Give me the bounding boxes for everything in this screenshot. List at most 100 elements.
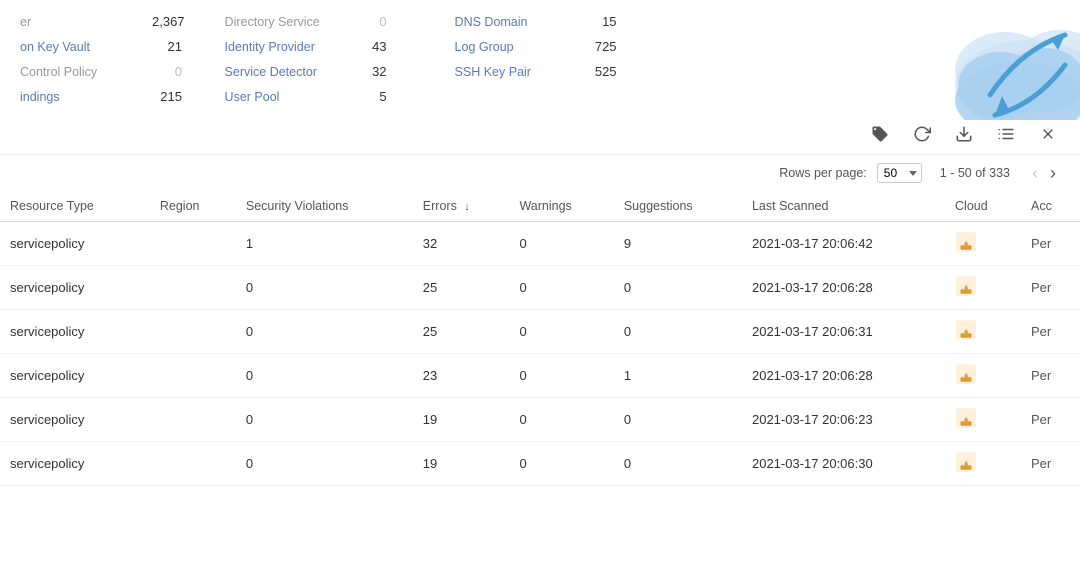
download-icon[interactable] (952, 122, 976, 146)
stats-grid: er 2,367 on Key Vault 21 Control Policy … (0, 10, 1060, 108)
stat-label: on Key Vault (20, 40, 140, 54)
cell-region (150, 354, 236, 398)
stat-label: User Pool (225, 90, 345, 104)
stats-col-1: er 2,367 on Key Vault 21 Control Policy … (10, 10, 215, 108)
stat-label: Identity Provider (225, 40, 345, 54)
cell-suggestions: 0 (614, 442, 742, 486)
cell-last-scanned: 2021-03-17 20:06:23 (742, 398, 945, 442)
cell-cloud: a (945, 354, 1021, 398)
cell-region (150, 222, 236, 266)
stat-row: SSH Key Pair 525 (445, 60, 675, 83)
stat-row: er 2,367 (10, 10, 215, 33)
cell-warnings: 0 (509, 442, 613, 486)
table-row[interactable]: servicepolicy 0 25 0 0 2021-03-17 20:06:… (0, 310, 1080, 354)
list-icon[interactable] (994, 122, 1018, 146)
next-page-button[interactable]: › (1046, 164, 1060, 182)
table-row[interactable]: servicepolicy 0 23 0 1 2021-03-17 20:06:… (0, 354, 1080, 398)
stat-value: 0 (357, 14, 387, 29)
cell-suggestions: 1 (614, 354, 742, 398)
table-header: Resource Type Region Security Violations… (0, 191, 1080, 222)
col-header-resource-type: Resource Type (0, 191, 150, 222)
cell-resource-type: servicepolicy (0, 310, 150, 354)
cell-last-scanned: 2021-03-17 20:06:28 (742, 266, 945, 310)
cell-errors: 25 (413, 310, 510, 354)
col-header-suggestions: Suggestions (614, 191, 742, 222)
cell-last-scanned: 2021-03-17 20:06:42 (742, 222, 945, 266)
col-header-errors[interactable]: Errors ↓ (413, 191, 510, 222)
cell-region (150, 442, 236, 486)
cell-warnings: 0 (509, 310, 613, 354)
table-row[interactable]: servicepolicy 0 19 0 0 2021-03-17 20:06:… (0, 398, 1080, 442)
cell-security-violations: 0 (236, 442, 413, 486)
stat-row: Log Group 725 (445, 35, 675, 58)
table-row[interactable]: servicepolicy 0 25 0 0 2021-03-17 20:06:… (0, 266, 1080, 310)
cell-suggestions: 0 (614, 266, 742, 310)
stat-row: DNS Domain 15 (445, 10, 675, 33)
cell-security-violations: 0 (236, 266, 413, 310)
stat-value: 525 (587, 64, 617, 79)
col-header-last-scanned: Last Scanned (742, 191, 945, 222)
table-body: servicepolicy 1 32 0 9 2021-03-17 20:06:… (0, 222, 1080, 486)
stat-value: 0 (152, 64, 182, 79)
rows-per-page-select[interactable]: 50 10 25 100 (877, 163, 922, 183)
cell-suggestions: 0 (614, 310, 742, 354)
cell-warnings: 0 (509, 222, 613, 266)
cell-security-violations: 0 (236, 310, 413, 354)
col-header-account: Acc (1021, 191, 1080, 222)
page-range: 1 - 50 of 333 (940, 166, 1010, 180)
col-header-cloud: Cloud (945, 191, 1021, 222)
cell-errors: 25 (413, 266, 510, 310)
cell-region (150, 310, 236, 354)
data-table-container: Resource Type Region Security Violations… (0, 191, 1080, 486)
table-row[interactable]: servicepolicy 0 19 0 0 2021-03-17 20:06:… (0, 442, 1080, 486)
cell-region (150, 266, 236, 310)
stat-label: SSH Key Pair (455, 65, 575, 79)
stat-value: 15 (587, 14, 617, 29)
refresh-icon[interactable] (910, 122, 934, 146)
cell-security-violations: 1 (236, 222, 413, 266)
col-header-security-violations: Security Violations (236, 191, 413, 222)
stat-row: User Pool 5 (215, 85, 445, 108)
cell-errors: 32 (413, 222, 510, 266)
stat-label: DNS Domain (455, 15, 575, 29)
cell-account: Per (1021, 266, 1080, 310)
cell-cloud: a (945, 222, 1021, 266)
col-header-region: Region (150, 191, 236, 222)
stat-label: Control Policy (20, 65, 140, 79)
stats-col-2: Directory Service 0 Identity Provider 43… (215, 10, 445, 108)
table-row[interactable]: servicepolicy 1 32 0 9 2021-03-17 20:06:… (0, 222, 1080, 266)
stat-value: 43 (357, 39, 387, 54)
stats-col-3: DNS Domain 15 Log Group 725 SSH Key Pair… (445, 10, 675, 108)
stat-value: 2,367 (152, 14, 185, 29)
cell-errors: 19 (413, 442, 510, 486)
stats-section: er 2,367 on Key Vault 21 Control Policy … (0, 0, 1080, 114)
tag-icon[interactable] (868, 122, 892, 146)
cell-security-violations: 0 (236, 354, 413, 398)
stat-row: on Key Vault 21 (10, 35, 215, 58)
cell-last-scanned: 2021-03-17 20:06:31 (742, 310, 945, 354)
cell-account: Per (1021, 442, 1080, 486)
cell-security-violations: 0 (236, 398, 413, 442)
col-header-warnings: Warnings (509, 191, 613, 222)
cell-warnings: 0 (509, 354, 613, 398)
cell-account: Per (1021, 354, 1080, 398)
stat-label: Directory Service (225, 15, 345, 29)
cell-cloud: a (945, 398, 1021, 442)
sort-desc-icon: ↓ (464, 201, 470, 213)
stat-row: Control Policy 0 (10, 60, 215, 83)
stat-label: Log Group (455, 40, 575, 54)
stat-value: 21 (152, 39, 182, 54)
cloud-illustration (920, 0, 1080, 120)
stat-row: Identity Provider 43 (215, 35, 445, 58)
cell-warnings: 0 (509, 266, 613, 310)
cell-warnings: 0 (509, 398, 613, 442)
stat-value: 5 (357, 89, 387, 104)
cell-cloud: a (945, 266, 1021, 310)
stat-row: Service Detector 32 (215, 60, 445, 83)
stat-label: er (20, 15, 140, 29)
prev-page-button[interactable]: ‹ (1028, 164, 1042, 182)
cell-resource-type: servicepolicy (0, 442, 150, 486)
cell-last-scanned: 2021-03-17 20:06:30 (742, 442, 945, 486)
close-icon[interactable] (1036, 122, 1060, 146)
pagination: Rows per page: 50 10 25 100 1 - 50 of 33… (0, 155, 1080, 191)
